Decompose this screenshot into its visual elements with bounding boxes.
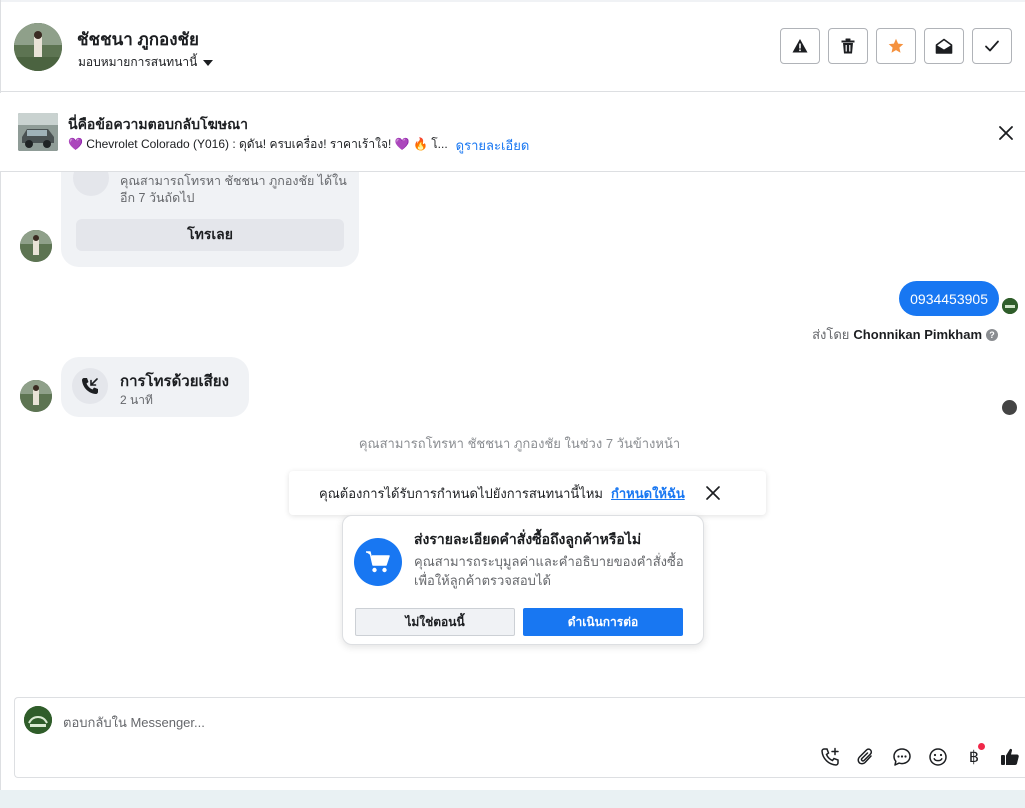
voice-call-card[interactable]: การโทรด้วยเสียง 2 นาที	[61, 357, 249, 417]
composer-toolbar: ฿	[819, 743, 1021, 768]
add-call-icon	[821, 747, 839, 766]
contact-name[interactable]: ชัชชนา ภูกองชัย	[77, 26, 199, 53]
message-text: 0934453905	[910, 290, 988, 307]
payment-button[interactable]: ฿	[963, 743, 985, 768]
call-window-note: คุณสามารถโทรหา ชัชชนา ภูกองชัย ในช่วง 7 …	[358, 436, 681, 451]
delete-icon	[841, 38, 855, 54]
view-ad-details-link[interactable]: ดูรายละเอียด	[456, 135, 530, 156]
mark-done-button[interactable]	[972, 28, 1012, 64]
conversation-header: ชัชชนา ภูกองชัย มอบหมายการสนทนานี้	[0, 2, 1025, 92]
reply-composer: ตอบกลับใน Messenger... ฿	[14, 697, 1025, 778]
mark-unread-icon	[935, 38, 953, 54]
close-icon[interactable]	[997, 124, 1015, 142]
outgoing-message[interactable]: 0934453905	[899, 281, 999, 316]
assign-prompt-text: คุณต้องการได้รับการกำหนดไปยังการสนทนานี้…	[319, 485, 603, 501]
header-actions	[780, 28, 1012, 64]
send-order-prompt: ส่งรายละเอียดคำสั่งซื้อถึงลูกค้าหรือไม่ …	[342, 515, 704, 645]
sent-by-label: ส่งโดย Chonnikan Pimkham ?	[812, 324, 998, 345]
seen-indicator-icon	[1002, 400, 1017, 415]
order-prompt-title: ส่งรายละเอียดคำสั่งซื้อถึงลูกค้าหรือไม่	[414, 531, 642, 547]
order-prompt-description: คุณสามารถระบุมูลค่าและคำอธิบายของคำสั่งซ…	[414, 554, 684, 588]
delete-button[interactable]	[828, 28, 868, 64]
done-icon	[985, 40, 999, 52]
close-icon[interactable]	[705, 485, 721, 501]
like-icon	[1001, 748, 1019, 765]
cart-icon	[354, 538, 402, 586]
voice-call-title: การโทรด้วยเสียง	[120, 373, 229, 390]
ad-description: 💜 Chevrolet Colorado (Y016) : ดุดัน! ครบ…	[68, 137, 448, 151]
notification-dot	[978, 743, 985, 750]
contact-avatar	[20, 230, 52, 262]
ad-reply-banner: นี่คือข้อความตอบกลับโฆษณา 💜 Chevrolet Co…	[0, 93, 1025, 172]
sent-by-name[interactable]: Chonnikan Pimkham	[853, 327, 982, 342]
baht-icon: ฿	[968, 749, 980, 766]
assign-conversation-dropdown[interactable]: มอบหมายการสนทนานี้	[78, 53, 214, 72]
assign-to-me-link[interactable]: กำหนดให้ฉัน	[611, 483, 685, 504]
add-call-button[interactable]	[819, 746, 841, 768]
report-icon	[792, 39, 808, 53]
attach-icon	[857, 748, 873, 765]
contact-avatar[interactable]	[14, 23, 62, 71]
not-now-button[interactable]: ไม่ใช่ตอนนี้	[355, 608, 515, 636]
help-icon[interactable]: ?	[986, 328, 998, 341]
call-now-button[interactable]: โทรเลย	[76, 219, 344, 251]
sent-by-prefix: ส่งโดย	[812, 327, 850, 342]
assign-to-me-prompt: คุณต้องการได้รับการกำหนดไปยังการสนทนานี้…	[289, 471, 766, 515]
report-button[interactable]	[780, 28, 820, 64]
saved-reply-icon	[893, 748, 911, 766]
message-list: คุณสามารถโทรหา ชัชชนา ภูกองชัย ได้ใน อีก…	[0, 172, 1025, 696]
contact-avatar	[20, 380, 52, 412]
ad-thumbnail	[18, 113, 58, 151]
incoming-call-icon	[72, 368, 108, 404]
assign-label: มอบหมายการสนทนานี้	[78, 55, 198, 69]
star-icon	[888, 38, 904, 53]
phone-icon	[73, 172, 109, 196]
call-eligibility-text: คุณสามารถโทรหา ชัชชนา ภูกองชัย ได้ใน อีก…	[120, 174, 347, 205]
bottom-strip	[0, 790, 1025, 808]
call-eligibility-card: คุณสามารถโทรหา ชัชชนา ภูกองชัย ได้ใน อีก…	[61, 172, 359, 267]
continue-button[interactable]: ดำเนินการต่อ	[523, 608, 683, 636]
reply-input[interactable]: ตอบกลับใน Messenger...	[63, 712, 205, 733]
voice-call-duration: 2 นาที	[120, 393, 153, 407]
emoji-icon	[929, 748, 947, 766]
attach-button[interactable]	[855, 746, 877, 768]
like-button[interactable]	[999, 746, 1021, 768]
mark-unread-button[interactable]	[924, 28, 964, 64]
page-avatar	[1002, 298, 1018, 314]
conversation-pane: ชัชชนา ภูกองชัย มอบหมายการสนทนานี้ นี่คื…	[0, 0, 1025, 808]
saved-replies-button[interactable]	[891, 746, 913, 768]
page-avatar	[24, 706, 52, 734]
ad-reply-subtitle: 💜 Chevrolet Colorado (Y016) : ดุดัน! ครบ…	[68, 135, 529, 156]
emoji-button[interactable]	[927, 746, 949, 768]
ad-reply-title: นี่คือข้อความตอบกลับโฆษณา	[68, 116, 248, 132]
chevron-down-icon	[203, 59, 214, 66]
star-button[interactable]	[876, 28, 916, 64]
